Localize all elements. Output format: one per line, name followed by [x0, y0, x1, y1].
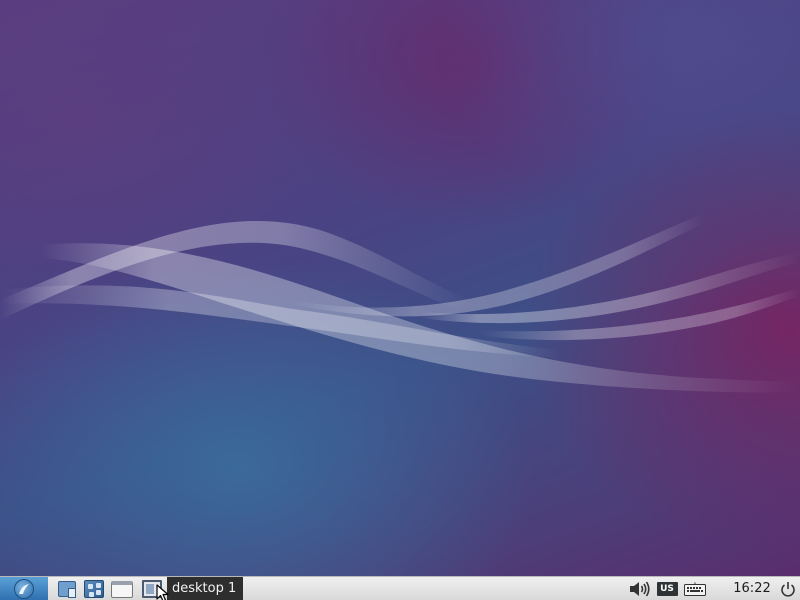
- keyboard-layout-indicator[interactable]: US: [655, 577, 679, 600]
- file-manager-icon: [58, 581, 76, 598]
- taskbar-desktop-button[interactable]: desktop 1: [167, 577, 243, 600]
- network-browser-icon: [84, 580, 104, 598]
- web-browser-launcher[interactable]: [83, 579, 105, 599]
- desktop-background[interactable]: [0, 0, 800, 576]
- keyboard-icon: [684, 582, 706, 596]
- wallpaper-waves: [0, 215, 800, 393]
- volume-control[interactable]: [626, 577, 652, 600]
- keyboard-settings[interactable]: [683, 577, 707, 600]
- terminal-window-icon: [111, 580, 133, 598]
- bottom-panel: desktop 1 US 16:22: [0, 576, 800, 600]
- power-icon: [781, 582, 795, 597]
- terminal-launcher[interactable]: [111, 579, 133, 599]
- power-button[interactable]: [777, 577, 799, 600]
- speaker-icon: [630, 581, 650, 597]
- start-menu-button[interactable]: [0, 577, 48, 600]
- keyboard-layout-label: US: [656, 582, 678, 596]
- clock[interactable]: 16:22: [730, 577, 774, 600]
- mouse-cursor-icon: [156, 584, 169, 600]
- file-manager-launcher[interactable]: [56, 579, 78, 599]
- lubuntu-logo-icon: [14, 579, 34, 599]
- taskbar-desktop-label: desktop 1: [172, 581, 237, 596]
